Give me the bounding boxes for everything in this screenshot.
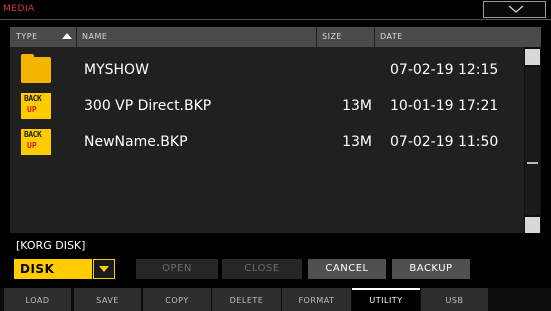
title-bar: MEDIA [0,0,551,20]
file-row[interactable]: MYSHOW 07-02-19 12:15 [10,53,524,89]
tab-utility[interactable]: UTILITY [352,288,421,311]
file-size: 13M [342,134,372,150]
title-divider [0,19,551,20]
scroll-thumb[interactable] [525,67,540,215]
file-date: 07-02-19 11:50 [390,134,499,150]
column-name[interactable]: NAME [76,27,316,47]
backup-button[interactable]: BACKUP [392,259,470,279]
column-date[interactable]: DATE [374,27,541,47]
file-name: NewName.BKP [84,134,188,150]
tab-save[interactable]: SAVE [74,288,142,311]
current-path: [KORG DISK] [16,239,86,252]
tab-format[interactable]: FORMAT [282,288,352,311]
tab-copy[interactable]: COPY [143,288,212,311]
scroll-up-button[interactable] [525,49,540,65]
file-name: 300 VP Direct.BKP [84,98,212,114]
backup-file-icon: BACK UP [21,93,51,119]
folder-icon [21,54,51,83]
open-button[interactable]: OPEN [136,259,218,279]
sort-ascending-icon [62,33,72,39]
window-title: MEDIA [3,4,35,14]
file-size: 13M [342,98,372,114]
backup-file-icon: BACK UP [21,129,51,155]
file-date: 07-02-19 12:15 [390,62,499,78]
file-row[interactable]: BACK UP 300 VP Direct.BKP 13M 10-01-19 1… [10,89,524,125]
close-button[interactable]: CLOSE [222,259,302,279]
device-select[interactable]: DISK [14,259,92,279]
chevron-down-icon [508,5,524,13]
file-date: 10-01-19 17:21 [390,98,499,114]
backup-icon-label-bottom: UP [27,141,37,150]
backup-icon-label-bottom: UP [27,105,37,114]
vertical-scrollbar[interactable] [524,47,541,233]
scroll-grip-icon [527,162,538,164]
file-name: MYSHOW [84,62,149,78]
tab-usb[interactable]: USB [421,288,489,311]
column-size[interactable]: SIZE [316,27,374,47]
device-dropdown-button[interactable] [93,259,115,279]
backup-icon-label-top: BACK [24,130,42,139]
tab-delete[interactable]: DELETE [212,288,282,311]
tab-bar: LOAD SAVE COPY DELETE FORMAT UTILITY USB [0,288,551,311]
scroll-down-button[interactable] [525,217,540,233]
backup-icon-label-top: BACK [24,94,42,103]
file-browser: TYPE NAME SIZE DATE MYSHOW 07-02-19 12:1… [10,27,541,233]
cancel-button[interactable]: CANCEL [308,259,386,279]
device-select-value: DISK [20,262,55,276]
column-header: TYPE NAME SIZE DATE [10,27,541,47]
page-menu-button[interactable] [483,1,546,18]
tab-load[interactable]: LOAD [4,288,72,311]
file-row[interactable]: BACK UP NewName.BKP 13M 07-02-19 11:50 [10,125,524,161]
